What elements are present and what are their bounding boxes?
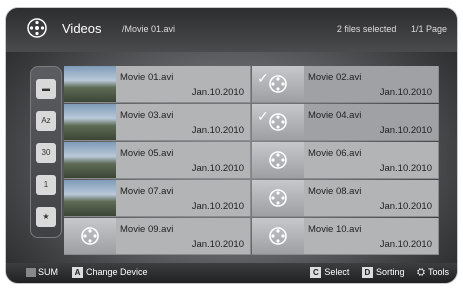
change-device-label: Change Device	[86, 267, 148, 277]
checkmark-icon: ✓	[257, 70, 269, 86]
sum-indicator: SUM	[26, 267, 58, 278]
selection-count: 2 files selected	[336, 24, 397, 34]
file-item[interactable]: Movie 06.avi Jan.10.2010	[252, 142, 439, 179]
film-reel-icon	[81, 227, 99, 245]
file-name: Movie 08.avi	[308, 186, 362, 197]
video-thumbnail	[64, 142, 116, 178]
tv-frame: Videos /Movie 01.avi 2 files selected 1/…	[0, 0, 463, 290]
file-date: Jan.10.2010	[191, 163, 244, 174]
video-thumbnail	[64, 104, 116, 140]
file-item[interactable]: ✓ Movie 02.avi Jan.10.2010	[252, 66, 439, 103]
file-date: Jan.10.2010	[379, 239, 432, 250]
film-reel-icon	[269, 75, 287, 93]
footer-bar: SUM A Change Device C Select D Sorting ⛭ Too…	[6, 263, 457, 283]
tools-icon: ⛭	[416, 267, 425, 278]
video-thumbnail	[64, 66, 116, 102]
file-date: Jan.10.2010	[379, 163, 432, 174]
file-date: Jan.10.2010	[191, 125, 244, 136]
file-item[interactable]: Movie 08.avi Jan.10.2010	[252, 180, 439, 217]
video-placeholder-thumbnail: ✓	[252, 104, 304, 140]
file-item[interactable]: Movie 03.avi Jan.10.2010	[64, 104, 251, 141]
file-item[interactable]: Movie 10.avi Jan.10.2010	[252, 218, 439, 255]
file-item[interactable]: Movie 01.avi Jan.10.2010	[64, 66, 251, 103]
file-name: Movie 01.avi	[120, 72, 174, 83]
breadcrumb: /Movie 01.avi	[122, 24, 176, 34]
file-name: Movie 02.avi	[308, 72, 362, 83]
file-item[interactable]: ✓ Movie 04.avi Jan.10.2010	[252, 104, 439, 141]
file-item[interactable]: Movie 07.avi Jan.10.2010	[64, 180, 251, 217]
status-area: 2 files selected 1/1 Page	[325, 24, 447, 34]
sort-az-icon[interactable]: Az	[36, 111, 56, 131]
film-reel-icon	[269, 151, 287, 169]
file-name: Movie 09.avi	[120, 224, 174, 235]
file-item[interactable]: Movie 05.avi Jan.10.2010	[64, 142, 251, 179]
page-title: Videos	[62, 21, 102, 36]
a-key-icon: A	[72, 267, 83, 279]
file-name: Movie 04.avi	[308, 110, 362, 121]
folder-icon[interactable]: ▬	[36, 79, 56, 99]
video-placeholder-thumbnail: ✓	[252, 66, 304, 102]
calendar-icon[interactable]: 30	[36, 143, 56, 163]
videos-screen: Videos /Movie 01.avi 2 files selected 1/…	[6, 8, 457, 283]
file-date: Jan.10.2010	[379, 125, 432, 136]
file-name: Movie 06.avi	[308, 148, 362, 159]
sum-icon	[26, 268, 36, 278]
file-name: Movie 10.avi	[308, 224, 362, 235]
checkmark-icon: ✓	[257, 108, 269, 124]
film-reel-icon	[269, 227, 287, 245]
file-name: Movie 03.avi	[120, 110, 174, 121]
video-placeholder-thumbnail	[252, 218, 304, 254]
video-placeholder-thumbnail	[252, 180, 304, 216]
star-icon[interactable]: ★	[36, 207, 56, 227]
footer-actions: C Select D Sorting ⛭ Tools	[300, 267, 449, 279]
file-name: Movie 05.avi	[120, 148, 174, 159]
video-placeholder-thumbnail	[64, 218, 116, 254]
file-date: Jan.10.2010	[379, 87, 432, 98]
file-date: Jan.10.2010	[191, 239, 244, 250]
file-date: Jan.10.2010	[379, 201, 432, 212]
file-grid: Movie 01.avi Jan.10.2010 ✓ Movie 02.avi Jan.…	[64, 66, 439, 258]
film-reel-icon	[269, 113, 287, 131]
film-reel-icon	[269, 189, 287, 207]
d-key-icon: D	[361, 267, 373, 279]
file-name: Movie 07.avi	[120, 186, 174, 197]
file-date: Jan.10.2010	[191, 87, 244, 98]
calendar-1-icon[interactable]: 1	[36, 175, 56, 195]
change-device-button[interactable]: A Change Device	[72, 267, 148, 279]
sort-sidebar: ▬ Az 30 1 ★	[30, 66, 62, 238]
file-date: Jan.10.2010	[191, 201, 244, 212]
file-item[interactable]: Movie 09.avi Jan.10.2010	[64, 218, 251, 255]
sorting-button[interactable]: D Sorting	[361, 267, 404, 279]
header-bar: Videos /Movie 01.avi 2 files selected 1/…	[6, 8, 457, 52]
page-indicator: 1/1 Page	[410, 24, 447, 34]
c-key-icon: C	[310, 267, 322, 279]
video-placeholder-thumbnail	[252, 142, 304, 178]
tools-button[interactable]: ⛭ Tools	[416, 267, 449, 278]
select-button[interactable]: C Select	[310, 267, 349, 279]
film-reel-icon	[27, 18, 47, 38]
video-thumbnail	[64, 180, 116, 216]
